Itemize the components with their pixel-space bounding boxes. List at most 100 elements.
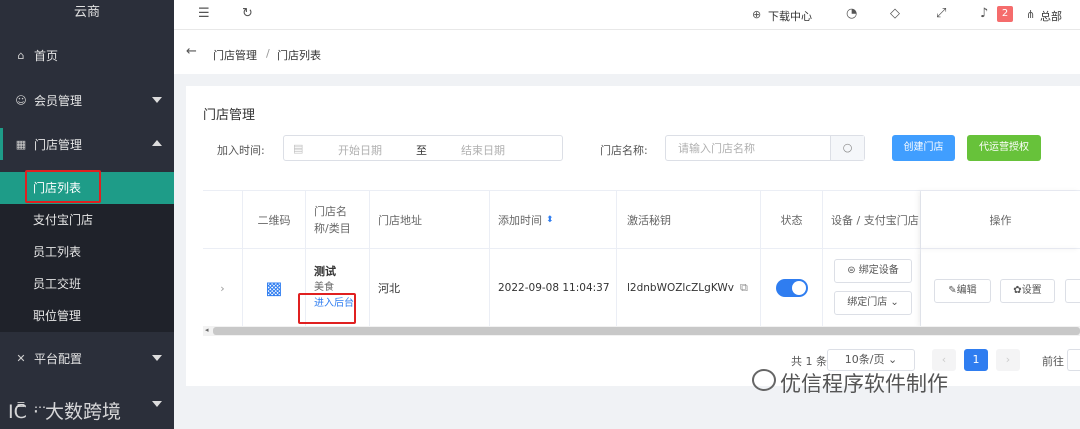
store-name-input[interactable]: [666, 136, 830, 160]
goto-label: 前往: [1042, 355, 1064, 368]
highlight-box: [298, 293, 356, 324]
sidebar-sub-staff-list[interactable]: 员工列表: [0, 236, 174, 268]
settings-button[interactable]: ✿设置: [1000, 279, 1055, 303]
highlight-box: [25, 170, 101, 203]
breadcrumb-current: 门店列表: [277, 49, 321, 62]
settings-label: 设置: [1021, 285, 1042, 296]
col-header-name-line1: 门店名: [314, 204, 347, 218]
user-name[interactable]: 总部: [1040, 8, 1062, 24]
tag-icon[interactable]: ◇: [890, 6, 900, 21]
col-header-name-line2: 称/类目: [314, 221, 351, 235]
chevron-down-icon: [152, 401, 162, 407]
qrcode-icon[interactable]: ▩: [243, 249, 306, 327]
store-name: 测试: [314, 265, 336, 278]
create-store-button[interactable]: 创建门店: [892, 135, 955, 161]
store-management-card: 门店管理 加入时间: ▤ 开始日期 至 结束日期 门店名称: ○ 创建门店 代运…: [186, 86, 1080, 386]
sidebar-item-members[interactable]: ☺ 会员管理: [0, 84, 174, 116]
sidebar: 云商 ⌂ 首页 ☺ 会员管理 ▦ 门店管理 门店列表 支付宝门店 员工列表 员工…: [0, 0, 174, 429]
date-range-picker[interactable]: ▤ 开始日期 至 结束日期: [283, 135, 563, 161]
status-toggle[interactable]: [775, 279, 808, 297]
wechat-icon: [752, 369, 776, 391]
table-cell-secret: l2dnbWOZlcZLgKWv ⧉: [617, 249, 761, 327]
pagination-total: 共 1 条: [791, 355, 827, 368]
range-separator: 至: [416, 144, 427, 157]
expand-row-icon[interactable]: ›: [203, 249, 243, 327]
col-header-added[interactable]: 添加时间 ⬍: [490, 191, 617, 249]
col-header-name: 门店名 称/类目: [306, 191, 370, 249]
col-header-status: 状态: [761, 191, 823, 249]
sidebar-sub-staff-shift[interactable]: 员工交班: [0, 268, 174, 300]
corner-watermark-logo: IC · 大数跨境: [8, 401, 121, 423]
sidebar-item-label: 门店管理: [34, 137, 83, 152]
page-title: 门店管理: [203, 108, 256, 123]
top-header: ☰ ↻ ⊕ 下载中心 ◔ ◇ ⤢ ♪ 2 ⋔ 总部: [174, 0, 1080, 30]
col-header-ops: 操作: [921, 191, 1080, 249]
sidebar-item-home[interactable]: ⌂ 首页: [0, 39, 174, 71]
bind-store-label: 绑定门店: [847, 297, 888, 308]
chevron-down-icon: [152, 355, 162, 361]
app-brand: 云商: [73, 5, 100, 20]
table-cell-ops: ✎编辑 ✿设置: [921, 249, 1080, 327]
bell-icon[interactable]: ♪: [980, 6, 988, 21]
breadcrumb-parent[interactable]: 门店管理: [213, 47, 257, 63]
sort-icon[interactable]: ⬍: [546, 215, 554, 225]
col-header-secret: 激活秘钥: [617, 191, 761, 249]
search-icon[interactable]: ○: [830, 136, 864, 160]
auth-button[interactable]: 代运营授权: [967, 135, 1041, 161]
breadcrumb-sep: /: [266, 47, 270, 60]
expand-col-header: [203, 191, 243, 249]
sidebar-sub-alipay-store[interactable]: 支付宝门店: [0, 204, 174, 236]
activation-secret: l2dnbWOZlcZLgKWv: [627, 282, 734, 294]
store-search: ○: [665, 135, 865, 161]
calendar-icon: ▤: [293, 142, 304, 155]
chevron-up-icon: [152, 140, 162, 146]
table-cell-device: ⊜ 绑定设备 绑定门店 ⌄: [823, 249, 921, 327]
store-added-time: 2022-09-08 11:04:37: [490, 249, 617, 327]
refresh-icon[interactable]: ↻: [242, 6, 253, 21]
store-address: 河北: [370, 249, 490, 327]
start-date-input[interactable]: 开始日期: [338, 142, 382, 158]
sidebar-item-label: 会员管理: [34, 93, 83, 108]
sidebar-item-label: 平台配置: [34, 351, 83, 366]
store-name-label: 门店名称:: [600, 144, 648, 157]
more-ops-button[interactable]: [1065, 279, 1080, 303]
table-cell-status: [761, 249, 823, 327]
page-size-label: 10条/页: [844, 353, 885, 366]
back-arrow-icon[interactable]: ←: [186, 44, 197, 59]
user-icon: ⋔: [1026, 8, 1036, 21]
goto-page-input[interactable]: [1067, 349, 1080, 371]
dashboard-icon[interactable]: ◔: [846, 6, 857, 21]
tools-icon: ✕: [16, 351, 26, 365]
sidebar-item-platform[interactable]: ✕ 平台配置: [0, 342, 174, 374]
scroll-thumb[interactable]: [213, 327, 1080, 335]
user-icon: ☺: [15, 93, 27, 107]
bind-device-label: 绑定设备: [858, 265, 899, 276]
notification-badge: 2: [997, 6, 1013, 22]
menu-fold-icon[interactable]: ☰: [198, 6, 210, 21]
download-icon: ⊕: [752, 8, 762, 21]
col-header-qrcode: 二维码: [243, 191, 306, 249]
end-date-input[interactable]: 结束日期: [461, 142, 505, 158]
bind-store-dropdown[interactable]: 绑定门店 ⌄: [834, 291, 912, 315]
sidebar-item-stores[interactable]: ▦ 门店管理: [0, 128, 174, 160]
edit-button[interactable]: ✎编辑: [934, 279, 991, 303]
col-header-added-label: 添加时间: [498, 213, 542, 227]
page-button-current[interactable]: 1: [964, 349, 988, 371]
horizontal-scrollbar[interactable]: ◂: [203, 326, 1080, 336]
sidebar-item-label: 首页: [34, 48, 59, 63]
chevron-down-icon: [152, 97, 162, 103]
breadcrumb: ← 门店管理 / 门店列表: [174, 30, 1080, 74]
col-header-address: 门店地址: [370, 191, 490, 249]
next-page-button[interactable]: ›: [996, 349, 1020, 371]
home-icon: ⌂: [17, 48, 25, 62]
watermark-text: 优信程序软件制作: [780, 372, 948, 396]
store-icon: ▦: [15, 137, 27, 151]
edit-label: 编辑: [956, 285, 977, 296]
bind-device-button[interactable]: ⊜ 绑定设备: [834, 259, 912, 283]
col-header-device: 设备 / 支付宝门店: [823, 191, 921, 249]
copy-icon[interactable]: ⧉: [740, 281, 748, 295]
sidebar-sub-positions[interactable]: 职位管理: [0, 300, 174, 332]
fullscreen-icon[interactable]: ⤢: [936, 6, 946, 21]
scroll-left-icon[interactable]: ◂: [205, 326, 209, 334]
download-center-link[interactable]: 下载中心: [768, 8, 812, 24]
